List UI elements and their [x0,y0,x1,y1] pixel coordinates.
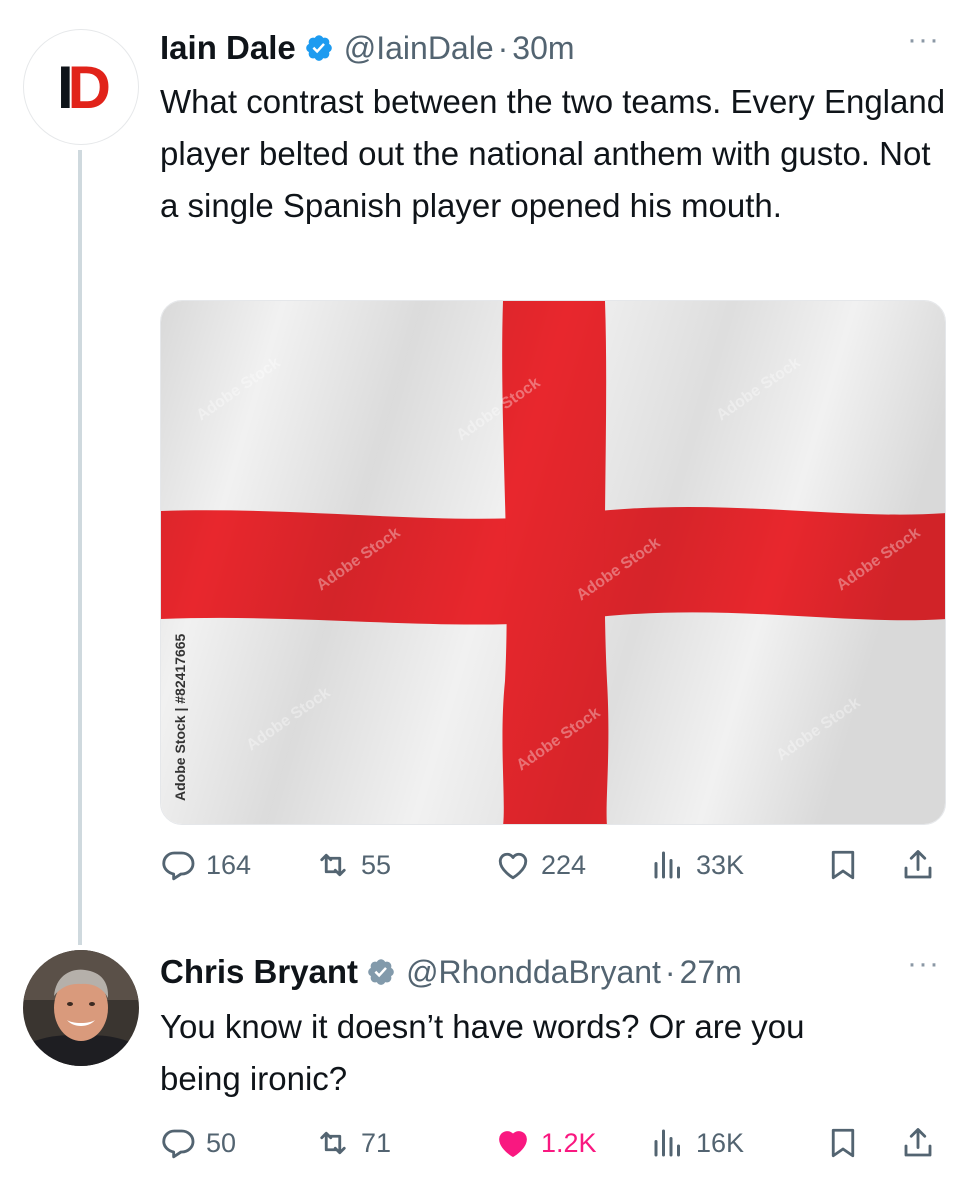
tweet-text: You know it doesn’t have words? Or are y… [160,1008,805,1097]
timestamp[interactable]: 27m [680,954,742,991]
profile-photo [23,950,139,1066]
reply-count: 164 [206,849,252,880]
like-button[interactable]: 224 [495,845,586,885]
verified-badge-icon [368,959,394,985]
author-handle[interactable]: @IainDale [344,30,494,67]
like-count: 1.2K [541,1127,597,1158]
views-count: 33K [696,849,745,880]
timestamp[interactable]: 30m [512,30,574,67]
author-name[interactable]: Chris Bryant [160,953,358,991]
tweet-iain-dale[interactable]: ID Iain Dale @IainDale · 30m ··· What co… [0,0,960,945]
action-bar: 50 71 1.2K 16K [160,1123,950,1163]
repost-icon [320,1131,346,1155]
reply-icon [162,851,195,881]
like-icon [498,852,528,880]
tweet-header: Chris Bryant @RhonddaBryant · 27m [160,952,742,992]
views-icon [654,851,680,879]
action-bar: 164 55 224 33K [160,845,950,885]
avatar-chris-bryant[interactable] [23,950,139,1066]
share-button[interactable] [900,845,946,885]
share-icon [904,1128,932,1157]
england-flag-image: Adobe Stock Adobe Stock Adobe Stock Adob… [161,301,945,824]
separator-dot: · [664,953,676,990]
stock-watermark: Adobe Stock | #82417665 [172,633,188,801]
bookmark-button[interactable] [825,845,871,885]
repost-count: 71 [361,1127,392,1158]
thread-line [78,150,82,945]
verified-badge-icon [305,35,332,61]
bookmark-icon [831,1128,855,1158]
views-icon [654,1129,680,1157]
more-icon[interactable]: ··· [907,949,940,979]
reply-icon [162,1129,195,1159]
repost-button[interactable]: 55 [315,845,391,885]
views-button[interactable]: 33K [650,845,744,885]
tweet-chris-bryant[interactable]: Chris Bryant @RhonddaBryant · 27m ··· Yo… [0,930,960,1200]
more-icon[interactable]: ··· [907,25,940,55]
tweet-text: What contrast between the two teams. Eve… [160,83,946,224]
reply-count: 50 [206,1127,237,1158]
author-handle[interactable]: @RhonddaBryant [406,954,661,991]
separator-dot: · [497,29,509,66]
views-button[interactable]: 16K [650,1123,744,1163]
share-icon [904,850,932,879]
like-icon [499,1131,527,1157]
reply-button[interactable]: 50 [160,1123,236,1163]
bookmark-icon [831,850,855,880]
repost-count: 55 [361,849,392,880]
like-button[interactable]: 1.2K [495,1123,597,1163]
tweet-header: Iain Dale @IainDale · 30m [160,28,575,68]
author-name[interactable]: Iain Dale [160,29,296,67]
like-count: 224 [541,849,587,880]
views-count: 16K [696,1127,745,1158]
avatar-iain-dale[interactable]: ID [23,29,139,145]
avatar-logo: ID [56,54,111,121]
tweet-image-england-flag[interactable]: Adobe Stock Adobe Stock Adobe Stock Adob… [160,300,946,825]
repost-button[interactable]: 71 [315,1123,391,1163]
reply-button[interactable]: 164 [160,845,251,885]
bookmark-button[interactable] [825,1123,871,1163]
repost-icon [320,853,346,877]
share-button[interactable] [900,1123,946,1163]
